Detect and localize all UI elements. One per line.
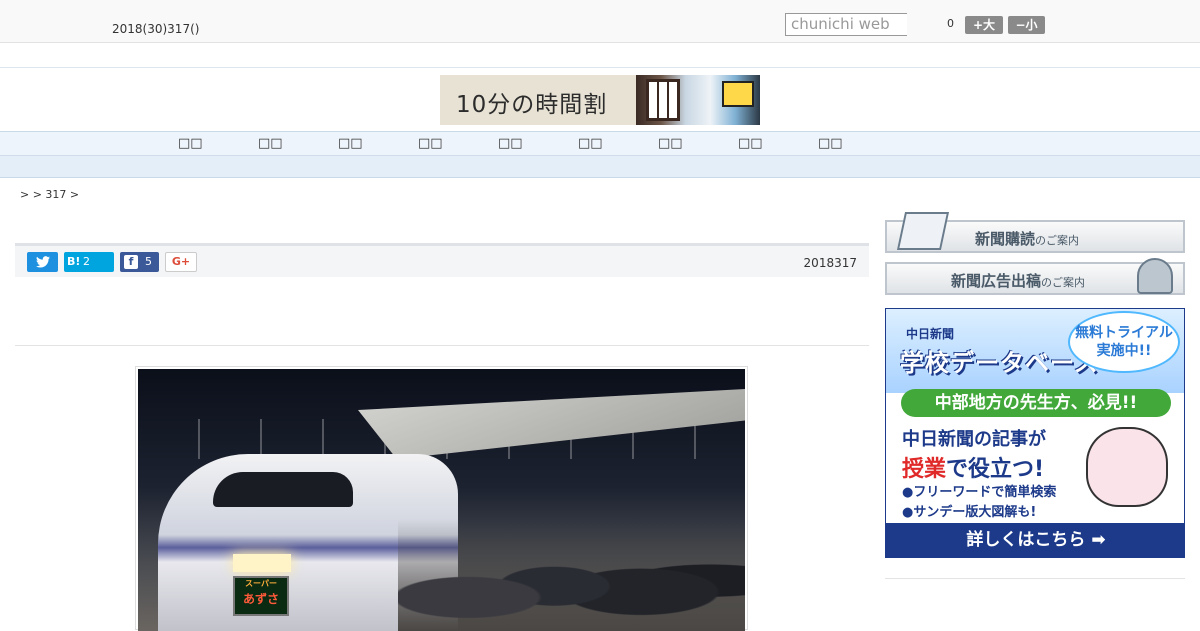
hatena-icon: B! (67, 255, 81, 268)
breadcrumb[interactable]: > > 317 > (20, 188, 79, 201)
destination-main: あずさ (242, 592, 279, 606)
facebook-count: 5 (145, 255, 152, 268)
subscription-sub: のご案内 (1035, 234, 1080, 247)
book-icon (896, 212, 950, 250)
hatena-count: 2 (83, 255, 90, 268)
destination-board: スーパー あずさ (233, 576, 289, 616)
nav-item[interactable]: □□ (178, 136, 203, 151)
db-ad-line2-rest: で役立つ! (946, 457, 1045, 482)
train-headlight (233, 554, 291, 572)
db-ad-paper: 中日新聞 (906, 327, 955, 341)
pig-mascot-icon (1086, 427, 1168, 507)
nav-item[interactable]: □□ (338, 136, 363, 151)
crowd (398, 519, 745, 631)
db-ad-cta-button[interactable]: 詳しくはこちら ➡ (886, 523, 1184, 557)
article-date: 2018317 (803, 256, 857, 270)
share-bar: B! 2 f 5 G+ 2018317 (15, 243, 869, 277)
subscription-banner[interactable]: 新聞購読のご案内 (885, 212, 1185, 253)
twitter-icon (35, 256, 50, 268)
current-date: 2018(30)317() (112, 22, 200, 36)
db-ad-tagline: 中部地方の先生方、必見!! (901, 389, 1171, 417)
font-size-down-button[interactable]: −小 (1008, 16, 1045, 34)
header-banner[interactable]: 10分の時間割 (440, 75, 760, 125)
advertising-main: 新聞広告出稿 (951, 272, 1042, 290)
destination-top: スーパー (245, 579, 277, 588)
photo-scene: スーパー あずさ (138, 369, 745, 631)
sidebar-divider (885, 578, 1185, 579)
train-windshield (213, 472, 353, 507)
search-input[interactable]: chunichi web (785, 13, 907, 36)
article-photo[interactable]: スーパー あずさ (135, 366, 748, 631)
person-icon (1137, 258, 1173, 294)
db-ad-bullet: ●フリーワードで簡単検索 (902, 485, 1057, 500)
banner-title: 10分の時間割 (456, 92, 608, 118)
subscription-main: 新聞購読 (975, 230, 1036, 248)
sub-bar (0, 44, 1200, 68)
facebook-icon: f (124, 255, 138, 269)
twitter-share-button[interactable] (27, 252, 58, 272)
nav-item[interactable]: □□ (738, 136, 763, 151)
db-ad-line2: 授業で役立つ! (902, 451, 1044, 483)
font-size-up-button[interactable]: +大 (965, 16, 1003, 34)
subscription-text: 新聞購読のご案内 (975, 228, 1079, 249)
top-bar: 2018(30)317() chunichi web 0 +大 −小 (0, 0, 1200, 43)
advertising-sub: のご案内 (1041, 276, 1086, 289)
main-nav: □□ □□ □□ □□ □□ □□ □□ □□ □□ (0, 131, 1200, 178)
facebook-share-button[interactable]: f 5 (120, 252, 159, 272)
advertising-text: 新聞広告出稿のご案内 (951, 270, 1085, 291)
advertising-banner[interactable]: 新聞広告出稿のご案内 (885, 258, 1185, 295)
hatena-bookmark-button[interactable]: B! 2 (64, 252, 114, 272)
nav-row: □□ □□ □□ □□ □□ □□ □□ □□ □□ (0, 132, 1200, 156)
db-ad-line2-red: 授業 (902, 457, 947, 482)
nav-item[interactable]: □□ (258, 136, 283, 151)
google-plus-button[interactable]: G+ (165, 252, 197, 272)
divider (15, 345, 869, 346)
db-ad-trial-badge: 無料トライアル実施中!! (1068, 311, 1180, 373)
db-ad-header: 中日新聞 学校データベース 無料トライアル実施中!! (886, 309, 1184, 393)
font-size-value: 0 (947, 17, 954, 30)
db-ad-line1: 中日新聞の記事が (902, 429, 1046, 450)
banner-screen-graphic (722, 81, 754, 107)
nav-item[interactable]: □□ (818, 136, 843, 151)
nav-item[interactable]: □□ (498, 136, 523, 151)
nav-item[interactable]: □□ (658, 136, 683, 151)
banner-window-graphic (646, 79, 680, 121)
nav-item[interactable]: □□ (578, 136, 603, 151)
nav-item[interactable]: □□ (418, 136, 443, 151)
school-database-ad[interactable]: 中日新聞 学校データベース 無料トライアル実施中!! 中部地方の先生方、必見!!… (885, 308, 1185, 558)
db-ad-bullet: ●サンデー版大図解も! (902, 505, 1037, 520)
